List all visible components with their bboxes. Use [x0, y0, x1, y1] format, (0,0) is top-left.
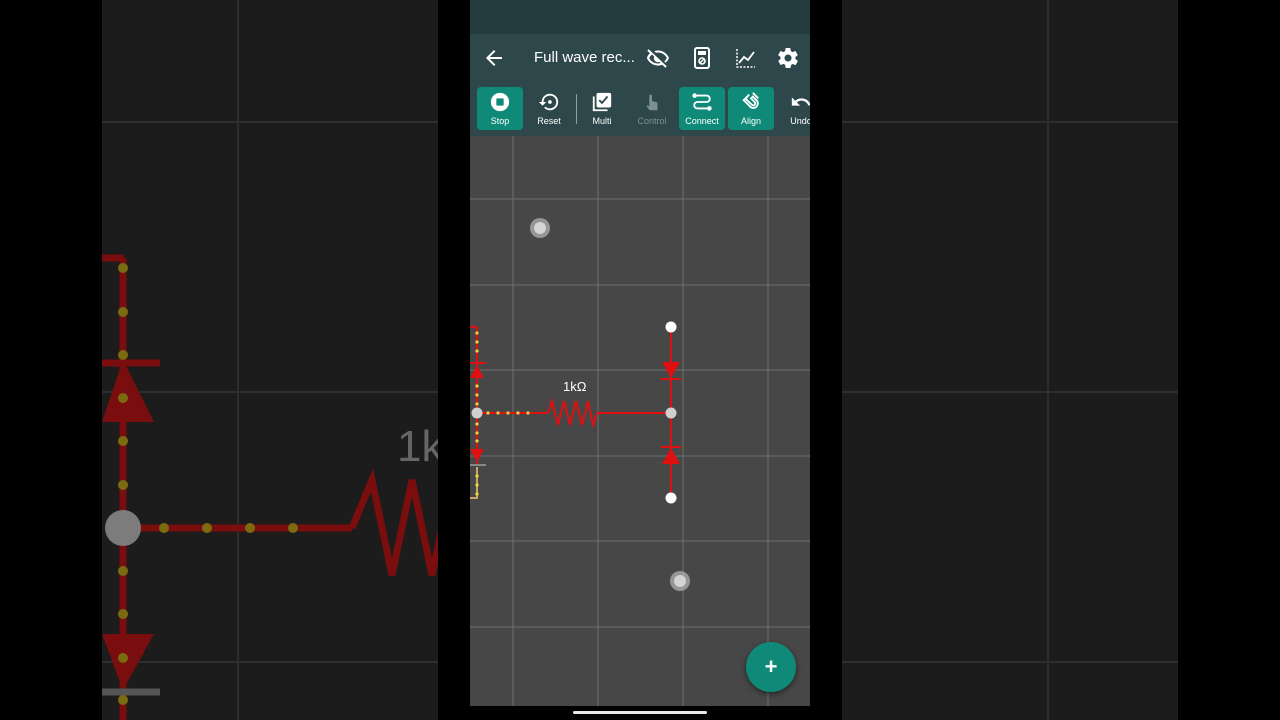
reset-icon	[538, 93, 559, 111]
background-zoom-left: 1k	[102, 0, 438, 720]
resistor-label: 1kΩ	[563, 379, 587, 394]
touch-control-icon	[646, 94, 658, 111]
right-junction-node[interactable]	[665, 407, 677, 419]
home-gesture-handle[interactable]	[573, 711, 707, 714]
stop-button[interactable]: Stop	[477, 87, 523, 130]
circuit-schematic	[470, 136, 810, 706]
left-diode-top[interactable]	[470, 365, 484, 378]
undo-button[interactable]: Undo	[778, 87, 810, 130]
visibility-off-icon[interactable]	[646, 46, 670, 70]
connect-button[interactable]: Connect	[679, 87, 725, 130]
undo-label: Undo	[790, 116, 810, 126]
align-label: Align	[740, 116, 761, 126]
multi-button[interactable]: Multi	[579, 87, 625, 130]
add-component-button[interactable]: +	[746, 642, 796, 692]
system-nav-bar	[470, 706, 810, 720]
circuit-title[interactable]: Full wave rec...	[534, 49, 635, 66]
control-button[interactable]: Control	[629, 87, 675, 130]
circuit-canvas[interactable]: 1kΩ	[470, 136, 810, 706]
multi-select-icon	[592, 92, 612, 112]
back-arrow-icon[interactable]	[482, 46, 506, 70]
grid-lines	[470, 136, 810, 706]
top-terminal[interactable]	[665, 321, 677, 333]
connect-wire-icon	[692, 93, 712, 111]
left-junction-node[interactable]	[471, 407, 483, 419]
reset-label: Reset	[537, 116, 561, 126]
multi-label: Multi	[592, 116, 612, 126]
graph-icon[interactable]	[734, 46, 758, 70]
background-grid-left	[102, 0, 438, 720]
background-resistor-label: 1k	[397, 422, 438, 471]
circuit-toolbar: Stop Reset Multi Control Connect Align U…	[470, 82, 810, 136]
toolbar-divider	[576, 94, 577, 124]
meter-icon[interactable]	[690, 46, 714, 70]
settings-gear-icon[interactable]	[776, 46, 800, 70]
resistor-1k[interactable]	[532, 397, 671, 429]
reset-button[interactable]: Reset	[526, 87, 572, 130]
phone-screen: Full wave rec... Stop Reset Multi Contro…	[470, 0, 810, 720]
stop-label: Stop	[490, 116, 510, 126]
control-label: Control	[637, 116, 667, 126]
stop-icon	[490, 92, 510, 112]
bottom-terminal[interactable]	[665, 492, 677, 504]
background-zoom-right	[842, 0, 1178, 720]
left-branch-wires[interactable]	[470, 326, 532, 466]
plus-icon: +	[764, 654, 778, 679]
undo-icon	[791, 97, 810, 106]
align-button[interactable]: Align	[728, 87, 774, 130]
connect-label: Connect	[685, 116, 719, 126]
background-grid-right	[842, 0, 1178, 720]
align-magnet-icon	[742, 92, 759, 109]
status-bar	[470, 0, 810, 34]
app-bar: Full wave rec...	[470, 34, 810, 82]
